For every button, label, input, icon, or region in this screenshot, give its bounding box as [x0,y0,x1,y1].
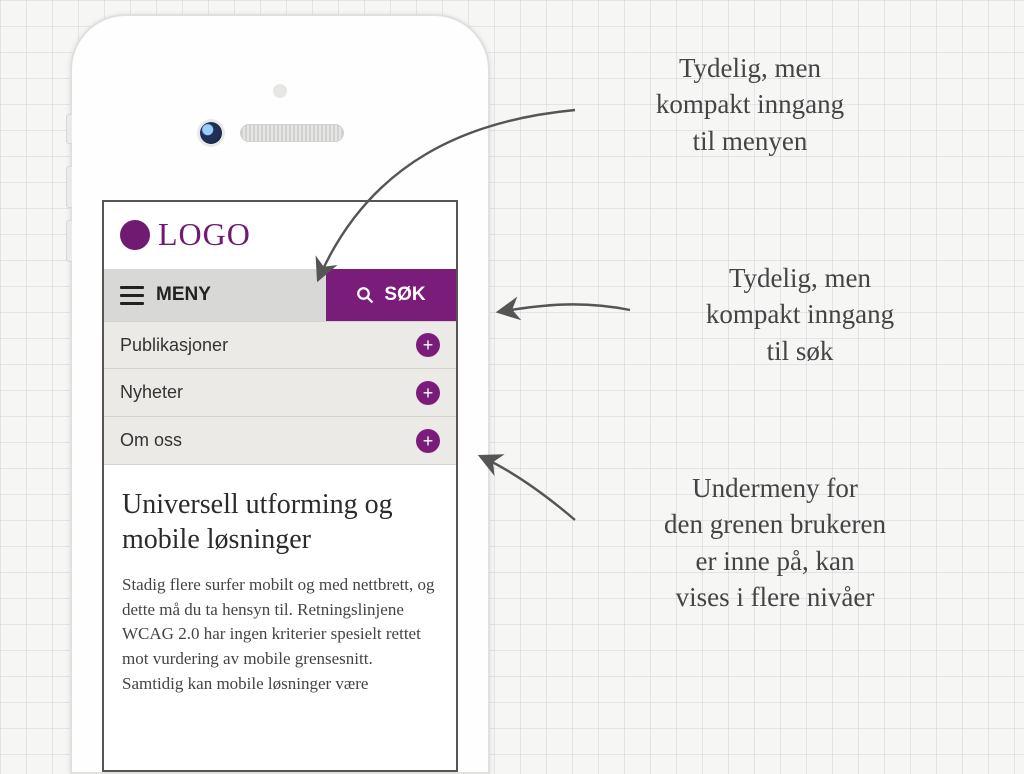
menu-button[interactable]: MENY [104,269,326,321]
phone-sensor [273,84,287,98]
phone-side-button [66,114,72,144]
phone-frame: LOGO MENY SØK Publikasjo [70,14,490,774]
logo-row: LOGO [104,202,456,269]
expand-icon[interactable]: + [416,381,440,405]
article-heading: Universell utforming og mobile løsninger [122,487,438,557]
search-button-label: SØK [384,284,425,306]
submenu-item-label: Om oss [120,430,182,451]
phone-camera [200,122,222,144]
article-body: Stadig flere surfer mobilt og med nettbr… [122,573,438,696]
submenu-item-label: Publikasjoner [120,335,228,356]
search-button[interactable]: SØK [326,269,456,321]
phone-speaker [240,124,344,142]
logo-icon [120,220,150,250]
submenu-item[interactable]: Om oss + [104,417,456,465]
annotation-search: Tydelig, men kompakt inngang til søk [620,260,980,369]
toolbar: MENY SØK [104,269,456,321]
phone-screen: LOGO MENY SØK Publikasjo [102,200,458,772]
submenu-item-label: Nyheter [120,382,183,403]
phone-side-button [66,220,72,262]
menu-button-label: MENY [156,284,211,306]
submenu: Publikasjoner + Nyheter + Om oss + [104,321,456,465]
submenu-item[interactable]: Nyheter + [104,369,456,417]
expand-icon[interactable]: + [416,429,440,453]
hamburger-icon [120,286,144,305]
annotation-submenu: Undermeny for den grenen brukeren er inn… [560,470,990,616]
expand-icon[interactable]: + [416,333,440,357]
submenu-item[interactable]: Publikasjoner + [104,321,456,369]
logo-text: LOGO [158,216,251,253]
annotation-menu: Tydelig, men kompakt inngang til menyen [560,50,940,159]
article: Universell utforming og mobile løsninger… [104,465,456,696]
search-icon [356,286,374,304]
phone-side-button [66,166,72,208]
